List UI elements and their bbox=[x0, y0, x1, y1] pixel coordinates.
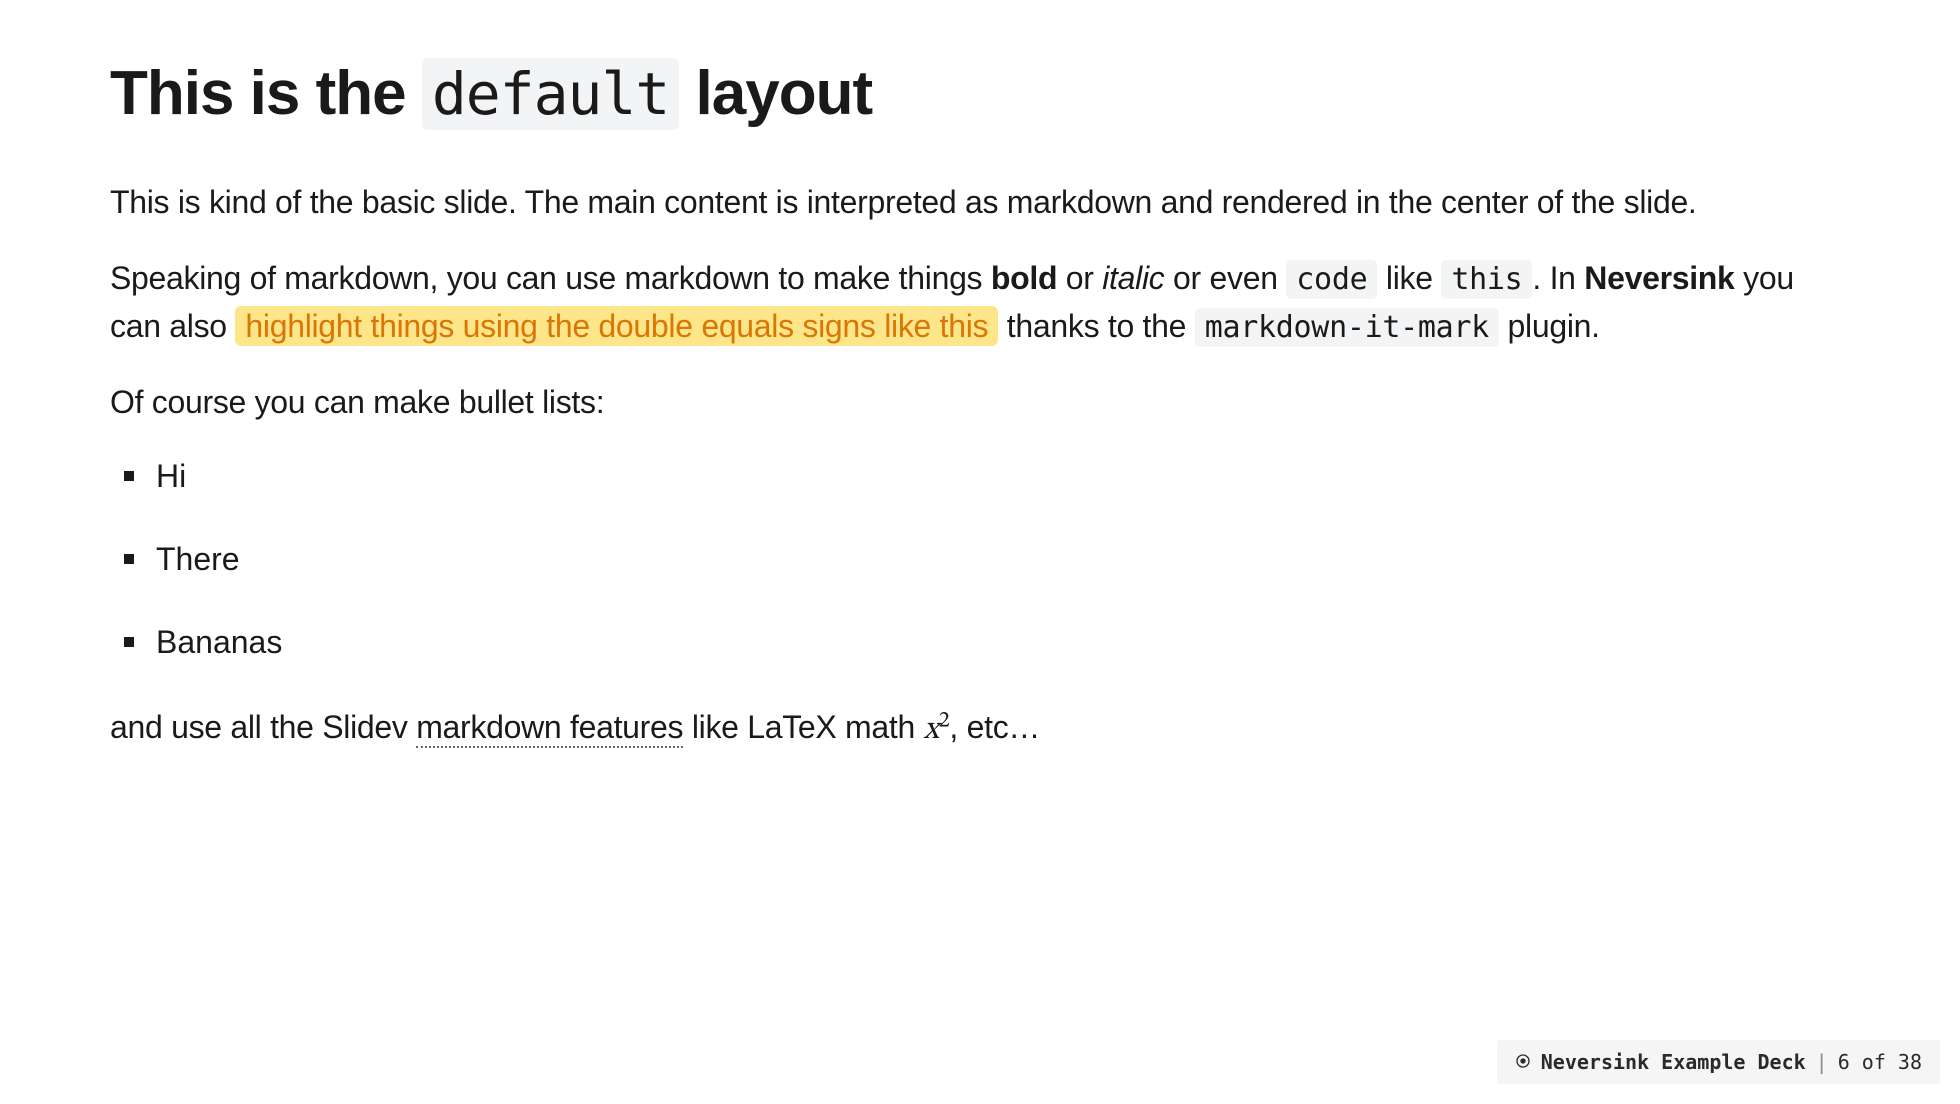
code-sample: code bbox=[1286, 260, 1377, 299]
list-item: There bbox=[110, 537, 1850, 582]
bullets-intro: Of course you can make bullet lists: bbox=[110, 378, 1850, 426]
code-sample: this bbox=[1441, 260, 1532, 299]
separator: | bbox=[1816, 1050, 1828, 1074]
page-counter: 6 of 38 bbox=[1838, 1050, 1922, 1074]
markdown-features-link[interactable]: markdown features bbox=[416, 709, 683, 748]
text: and use all the Slidev bbox=[110, 709, 416, 745]
title-code: default bbox=[422, 58, 679, 130]
list-item: Hi bbox=[110, 454, 1850, 499]
closing-paragraph: and use all the Slidev markdown features… bbox=[110, 703, 1850, 754]
text: Speaking of markdown, you can use markdo… bbox=[110, 260, 991, 296]
highlight-sample: highlight things using the double equals… bbox=[235, 306, 998, 346]
list-item: Bananas bbox=[110, 620, 1850, 665]
slide-title: This is the default layout bbox=[110, 60, 1850, 128]
markdown-paragraph: Speaking of markdown, you can use markdo… bbox=[110, 254, 1850, 350]
title-post: layout bbox=[679, 59, 872, 128]
bold-sample: bold bbox=[991, 260, 1057, 296]
slide-footer: Neversink Example Deck | 6 of 38 bbox=[1497, 1040, 1940, 1084]
brand-name: Neversink bbox=[1584, 260, 1734, 296]
bullet-list: Hi There Bananas bbox=[110, 454, 1850, 664]
intro-paragraph: This is kind of the basic slide. The mai… bbox=[110, 178, 1850, 226]
logo-icon bbox=[1515, 1050, 1531, 1074]
math-base: x bbox=[924, 714, 939, 746]
text: or even bbox=[1164, 260, 1286, 296]
text: like bbox=[1377, 260, 1441, 296]
text: or bbox=[1057, 260, 1102, 296]
text: , etc… bbox=[949, 709, 1040, 745]
title-pre: This is the bbox=[110, 59, 422, 128]
text: like LaTeX math bbox=[683, 709, 923, 745]
plugin-name: markdown-it-mark bbox=[1195, 308, 1499, 347]
math-exponent: 2 bbox=[939, 710, 950, 732]
text: thanks to the bbox=[998, 308, 1195, 344]
text: . In bbox=[1532, 260, 1584, 296]
slide: This is the default layout This is kind … bbox=[0, 0, 1960, 1104]
text: plugin. bbox=[1499, 308, 1600, 344]
italic-sample: italic bbox=[1102, 260, 1164, 296]
deck-title: Neversink Example Deck bbox=[1541, 1050, 1806, 1074]
latex-math: x2 bbox=[924, 714, 950, 746]
